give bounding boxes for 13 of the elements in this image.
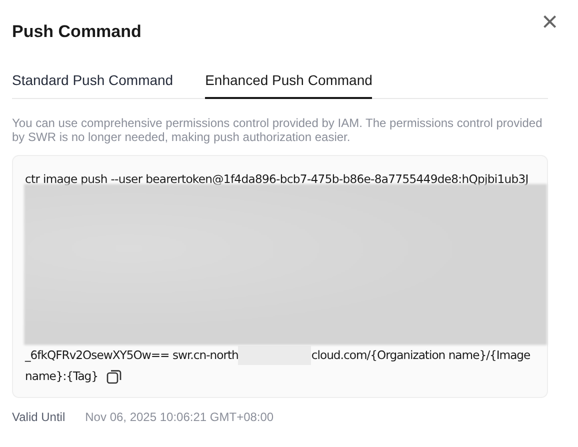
field-value: Nov 06, 2025 10:06:21 GMT+08:00	[85, 410, 274, 424]
close-button[interactable]: ×	[542, 12, 558, 32]
command-text: cloud.com/{Organization name}/{Image	[311, 347, 530, 364]
tab[interactable]: Standard Push Command	[12, 68, 174, 99]
field-label: Valid Until	[12, 410, 66, 424]
tab[interactable]: Enhanced Push Command	[205, 68, 372, 99]
copy-button[interactable]	[106, 368, 122, 384]
command-text: _6fkQFRv2OsewXY5Ow== swr.cn-north	[25, 347, 238, 364]
command-text: ctr image push --user bearertoken@1f4da896-bcb7-475b-b86e-8a7755449de8:hQpjbi1ub3J	[25, 172, 530, 186]
dialog-title: Push Command	[12, 22, 142, 42]
copy-icon	[106, 368, 122, 384]
command-text: name}:{Tag}	[25, 368, 98, 385]
notice-text: You can use comprehensive permissions control provided by IAM. The permissions control provided by SWR is no longer needed, making push authorization easier.	[12, 116, 544, 144]
